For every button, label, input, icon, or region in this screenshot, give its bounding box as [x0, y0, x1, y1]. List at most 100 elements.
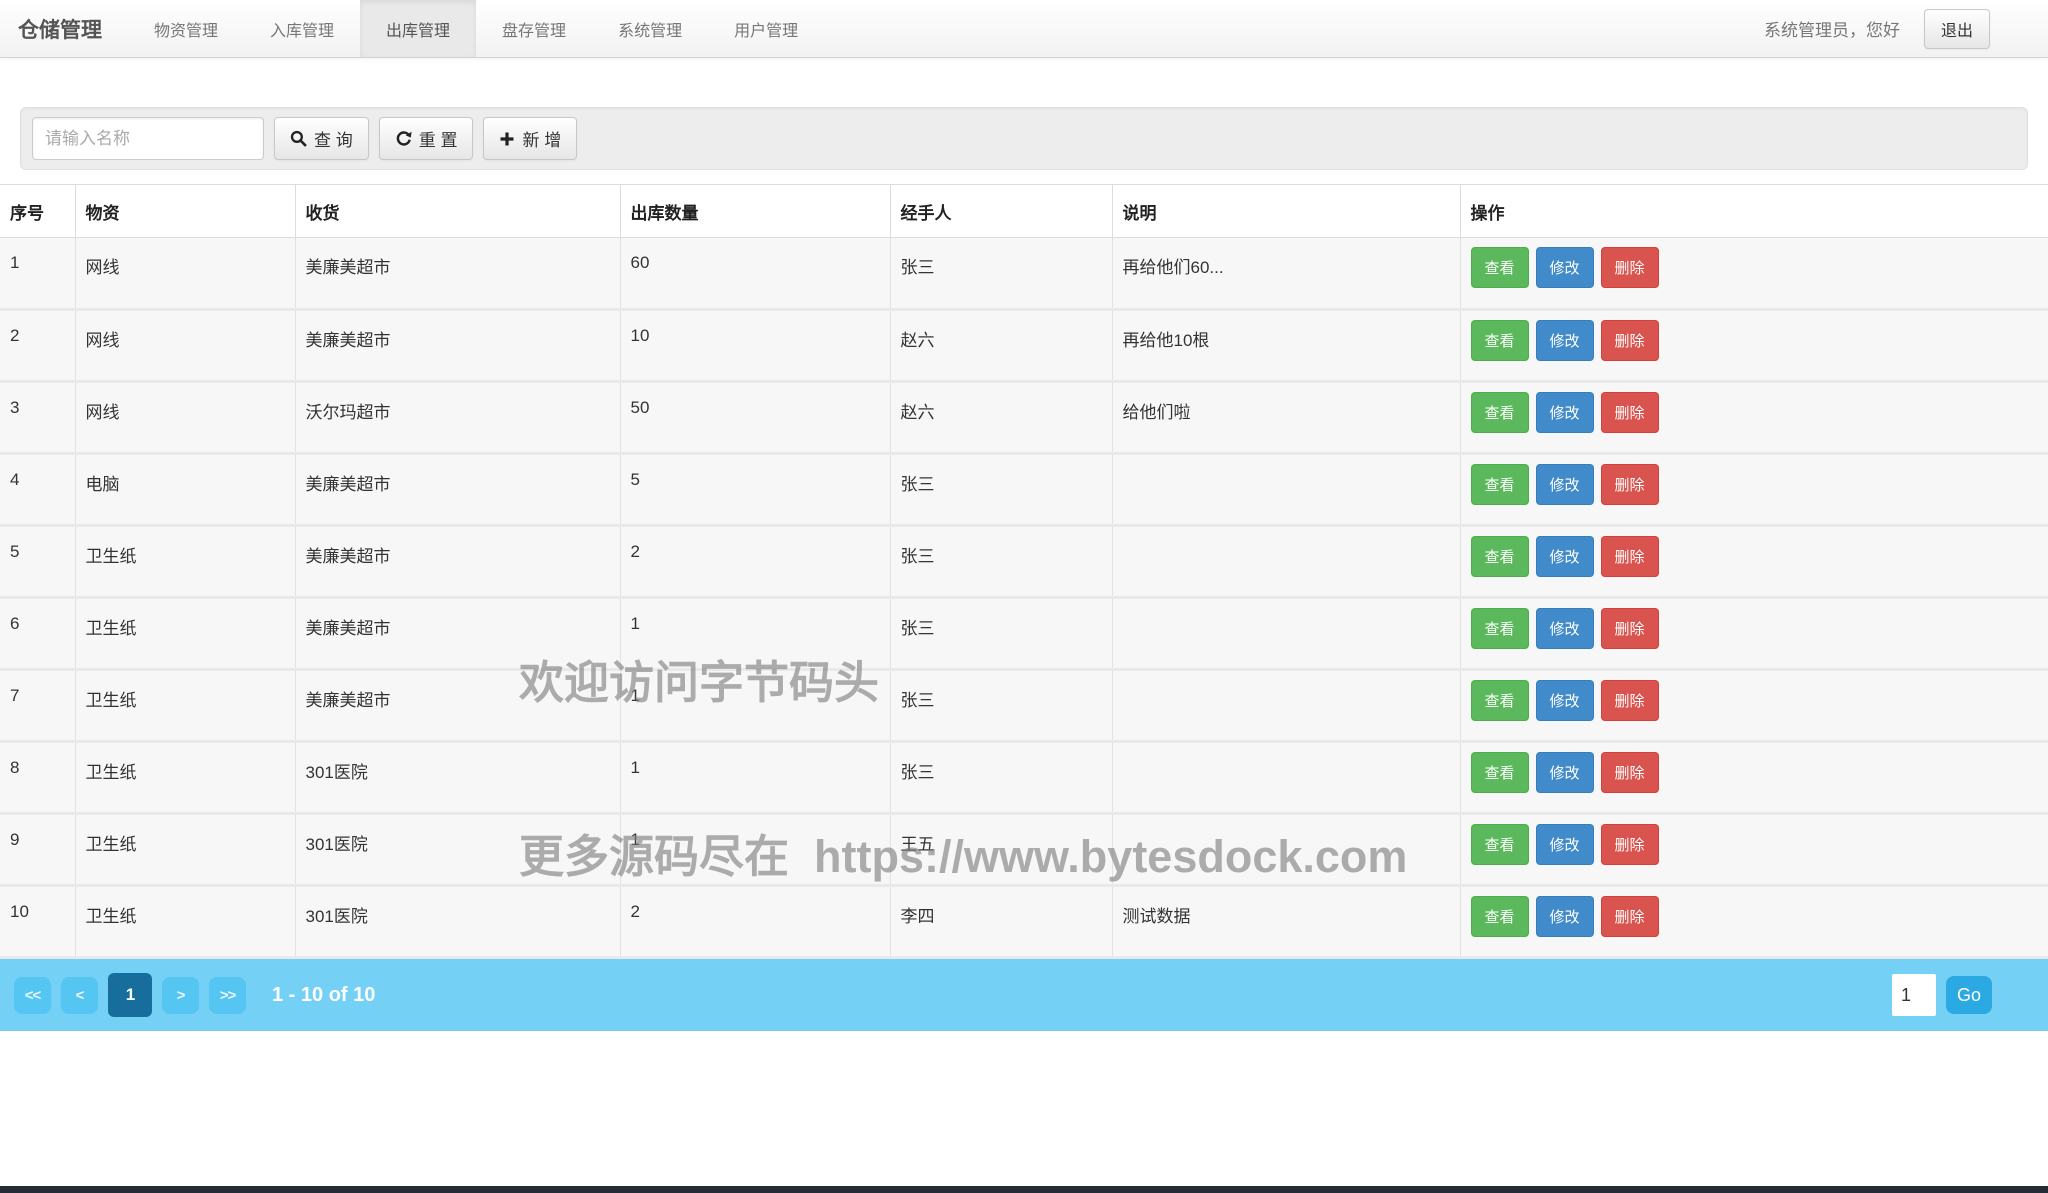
view-button[interactable]: 查看	[1471, 247, 1529, 288]
header-actions: 操作	[1460, 185, 2048, 238]
cell-note	[1112, 814, 1460, 886]
search-button-label: 查 询	[314, 126, 353, 151]
cell-receiver: 美廉美超市	[295, 598, 620, 670]
cell-actions: 查看修改删除	[1460, 814, 2048, 886]
cell-quantity: 1	[620, 598, 890, 670]
view-button[interactable]: 查看	[1471, 608, 1529, 649]
view-button[interactable]: 查看	[1471, 824, 1529, 865]
prev-page-button[interactable]: <	[61, 977, 98, 1014]
delete-button[interactable]: 删除	[1601, 752, 1659, 793]
cell-note	[1112, 670, 1460, 742]
nav-item-5[interactable]: 用户管理	[708, 0, 824, 57]
edit-button[interactable]: 修改	[1536, 752, 1594, 793]
last-page-button[interactable]: >>	[209, 977, 246, 1014]
cell-index: 6	[0, 598, 75, 670]
cell-receiver: 美廉美超市	[295, 310, 620, 382]
current-page-button[interactable]: 1	[108, 973, 152, 1017]
cell-note	[1112, 742, 1460, 814]
cell-handler: 李四	[890, 886, 1112, 958]
cell-quantity: 2	[620, 886, 890, 958]
nav-item-4[interactable]: 系统管理	[592, 0, 708, 57]
cell-note: 再给他10根	[1112, 310, 1460, 382]
next-page-button[interactable]: >	[162, 977, 199, 1014]
delete-button[interactable]: 删除	[1601, 392, 1659, 433]
bottom-bar	[0, 1186, 2048, 1193]
pagination-summary: 1 - 10 of 10	[272, 984, 375, 1007]
view-button[interactable]: 查看	[1471, 536, 1529, 577]
cell-actions: 查看修改删除	[1460, 598, 2048, 670]
view-button[interactable]: 查看	[1471, 680, 1529, 721]
nav-item-0[interactable]: 物资管理	[128, 0, 244, 57]
header-note: 说明	[1112, 185, 1460, 238]
view-button[interactable]: 查看	[1471, 392, 1529, 433]
view-button[interactable]: 查看	[1471, 464, 1529, 505]
cell-actions: 查看修改删除	[1460, 238, 2048, 310]
edit-button[interactable]: 修改	[1536, 680, 1594, 721]
edit-button[interactable]: 修改	[1536, 824, 1594, 865]
edit-button[interactable]: 修改	[1536, 608, 1594, 649]
search-input[interactable]	[32, 117, 264, 160]
nav-item-2[interactable]: 出库管理	[360, 0, 476, 57]
table-row: 10卫生纸301医院2李四测试数据查看修改删除	[0, 886, 2048, 958]
first-page-button[interactable]: <<	[14, 977, 51, 1014]
go-button[interactable]: Go	[1946, 976, 1992, 1014]
table-header: 序号 物资 收货 出库数量 经手人 说明 操作	[0, 185, 2048, 238]
pagination-goto: Go	[1892, 974, 1992, 1016]
cell-material: 卫生纸	[75, 526, 295, 598]
table-body: 1网线美廉美超市60张三再给他们60...查看修改删除2网线美廉美超市10赵六再…	[0, 238, 2048, 958]
logout-button[interactable]: 退出	[1924, 9, 1990, 49]
table-header-row: 序号 物资 收货 出库数量 经手人 说明 操作	[0, 185, 2048, 238]
view-button[interactable]: 查看	[1471, 752, 1529, 793]
edit-button[interactable]: 修改	[1536, 247, 1594, 288]
cell-actions: 查看修改删除	[1460, 382, 2048, 454]
delete-button[interactable]: 删除	[1601, 608, 1659, 649]
add-button[interactable]: 新 增	[483, 117, 577, 160]
cell-receiver: 美廉美超市	[295, 526, 620, 598]
table-row: 1网线美廉美超市60张三再给他们60...查看修改删除	[0, 238, 2048, 310]
delete-button[interactable]: 删除	[1601, 896, 1659, 937]
cell-receiver: 美廉美超市	[295, 670, 620, 742]
header-quantity: 出库数量	[620, 185, 890, 238]
delete-button[interactable]: 删除	[1601, 680, 1659, 721]
table-row: 4电脑美廉美超市5张三查看修改删除	[0, 454, 2048, 526]
delete-button[interactable]: 删除	[1601, 536, 1659, 577]
reset-button[interactable]: 重 置	[379, 117, 474, 160]
cell-quantity: 5	[620, 454, 890, 526]
cell-receiver: 301医院	[295, 886, 620, 958]
view-button[interactable]: 查看	[1471, 320, 1529, 361]
edit-button[interactable]: 修改	[1536, 464, 1594, 505]
cell-index: 8	[0, 742, 75, 814]
cell-index: 7	[0, 670, 75, 742]
goto-page-input[interactable]	[1892, 974, 1936, 1016]
delete-button[interactable]: 删除	[1601, 320, 1659, 361]
view-button[interactable]: 查看	[1471, 896, 1529, 937]
delete-button[interactable]: 删除	[1601, 464, 1659, 505]
cell-handler: 张三	[890, 670, 1112, 742]
edit-button[interactable]: 修改	[1536, 896, 1594, 937]
cell-quantity: 50	[620, 382, 890, 454]
cell-actions: 查看修改删除	[1460, 742, 2048, 814]
edit-button[interactable]: 修改	[1536, 536, 1594, 577]
cell-note: 给他们啦	[1112, 382, 1460, 454]
pagination-bar: << < 1 > >> 1 - 10 of 10 Go	[0, 959, 2048, 1031]
header-receiver: 收货	[295, 185, 620, 238]
table-row: 9卫生纸301医院1王五查看修改删除	[0, 814, 2048, 886]
cell-index: 10	[0, 886, 75, 958]
delete-button[interactable]: 删除	[1601, 824, 1659, 865]
nav-item-1[interactable]: 入库管理	[244, 0, 360, 57]
nav-item-3[interactable]: 盘存管理	[476, 0, 592, 57]
cell-quantity: 2	[620, 526, 890, 598]
cell-note	[1112, 598, 1460, 670]
table-row: 2网线美廉美超市10赵六再给他10根查看修改删除	[0, 310, 2048, 382]
cell-handler: 张三	[890, 598, 1112, 670]
cell-quantity: 10	[620, 310, 890, 382]
cell-handler: 张三	[890, 742, 1112, 814]
edit-button[interactable]: 修改	[1536, 320, 1594, 361]
cell-handler: 张三	[890, 526, 1112, 598]
header-material: 物资	[75, 185, 295, 238]
edit-button[interactable]: 修改	[1536, 392, 1594, 433]
delete-button[interactable]: 删除	[1601, 247, 1659, 288]
table-row: 5卫生纸美廉美超市2张三查看修改删除	[0, 526, 2048, 598]
outbound-table: 序号 物资 收货 出库数量 经手人 说明 操作 1网线美廉美超市60张三再给他们…	[0, 184, 2048, 959]
search-button[interactable]: 查 询	[274, 117, 369, 160]
